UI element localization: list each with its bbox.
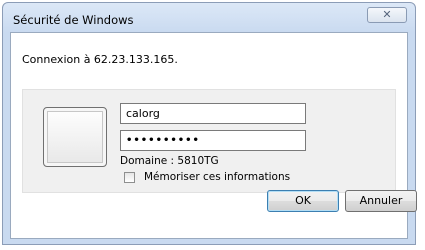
ok-button[interactable]: OK xyxy=(267,190,339,212)
user-avatar-tile[interactable] xyxy=(43,107,107,167)
title-bar[interactable]: Sécurité de Windows ✕ xyxy=(3,3,415,33)
cancel-button[interactable]: Annuler xyxy=(345,190,417,212)
close-button[interactable]: ✕ xyxy=(367,7,407,23)
remember-checkbox[interactable] xyxy=(124,172,135,183)
password-field[interactable]: •••••••••• xyxy=(120,130,306,151)
security-dialog-window: Sécurité de Windows ✕ Connexion à 62.23.… xyxy=(2,2,417,245)
window-title: Sécurité de Windows xyxy=(13,13,134,27)
remember-label[interactable]: Mémoriser ces informations xyxy=(144,171,290,183)
close-icon: ✕ xyxy=(382,8,392,21)
domain-label: Domaine : 5810TG xyxy=(120,155,219,167)
username-field[interactable]: calorg xyxy=(120,103,306,124)
credential-tile-panel: calorg •••••••••• Domaine : 5810TG Mémor… xyxy=(22,89,396,193)
connection-message: Connexion à 62.23.133.165. xyxy=(22,53,178,66)
